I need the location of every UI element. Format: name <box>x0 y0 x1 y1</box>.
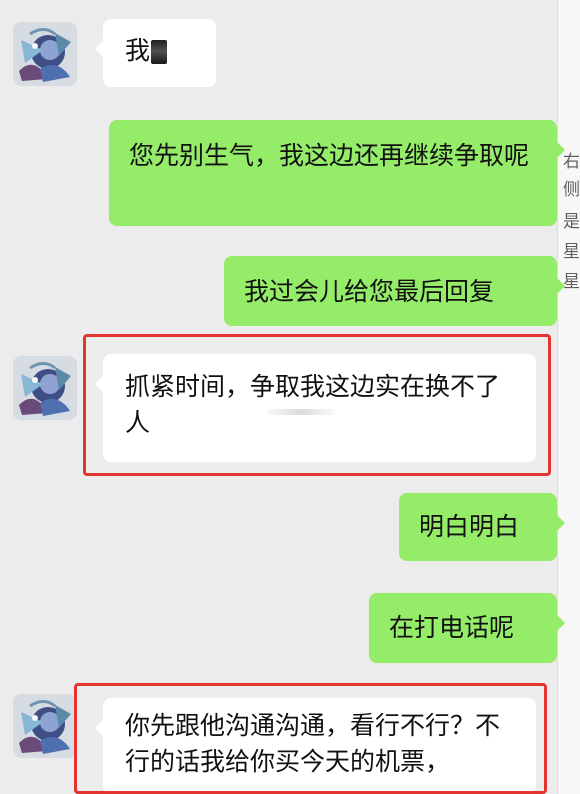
redaction-stroke <box>267 409 335 415</box>
outgoing-message-2-text: 我过会儿给您最后回复 <box>244 277 495 306</box>
outgoing-message-4-text: 在打电话呢 <box>389 613 515 642</box>
outgoing-message-1[interactable]: 您先别生气，我这边还再继续争取呢 <box>109 120 565 226</box>
avatar-icon <box>13 22 77 86</box>
right-edge-char-3: 是 <box>563 212 580 232</box>
right-edge-char-4: 星 <box>563 242 580 262</box>
incoming-message-1-text: 我 <box>125 36 151 65</box>
incoming-message-3-text: 你先跟他沟通沟通，看行不行？不行的话我给你买今天的机票， <box>125 711 501 776</box>
avatar-icon <box>13 356 77 420</box>
incoming-message-2[interactable]: 抓紧时间，争取我这边实在换不了人 <box>95 354 536 462</box>
incoming-message-3[interactable]: 你先跟他沟通沟通，看行不行？不行的话我给你买今天的机票， <box>95 698 536 794</box>
incoming-message-1[interactable]: 我 <box>95 19 216 87</box>
outgoing-message-3-text: 明白明白 <box>419 512 520 541</box>
contact-avatar-1[interactable] <box>13 22 77 86</box>
outgoing-message-1-text: 您先别生气，我这边还再继续争取呢 <box>129 141 530 170</box>
right-edge-char-5: 星 <box>563 272 580 292</box>
contact-avatar-3[interactable] <box>13 694 77 758</box>
outgoing-message-3[interactable]: 明白明白 <box>399 493 565 561</box>
blurred-name-patch <box>151 40 168 64</box>
avatar-icon <box>13 694 77 758</box>
right-edge-char-2: 侧 <box>563 180 580 200</box>
contact-avatar-2[interactable] <box>13 356 77 420</box>
outgoing-message-2[interactable]: 我过会儿给您最后回复 <box>224 256 565 326</box>
right-edge-char-1: 右 <box>563 152 580 172</box>
incoming-message-2-text: 抓紧时间，争取我这边实在换不了人 <box>125 372 501 437</box>
right-edge-strip <box>557 0 580 794</box>
outgoing-message-4[interactable]: 在打电话呢 <box>369 593 565 663</box>
